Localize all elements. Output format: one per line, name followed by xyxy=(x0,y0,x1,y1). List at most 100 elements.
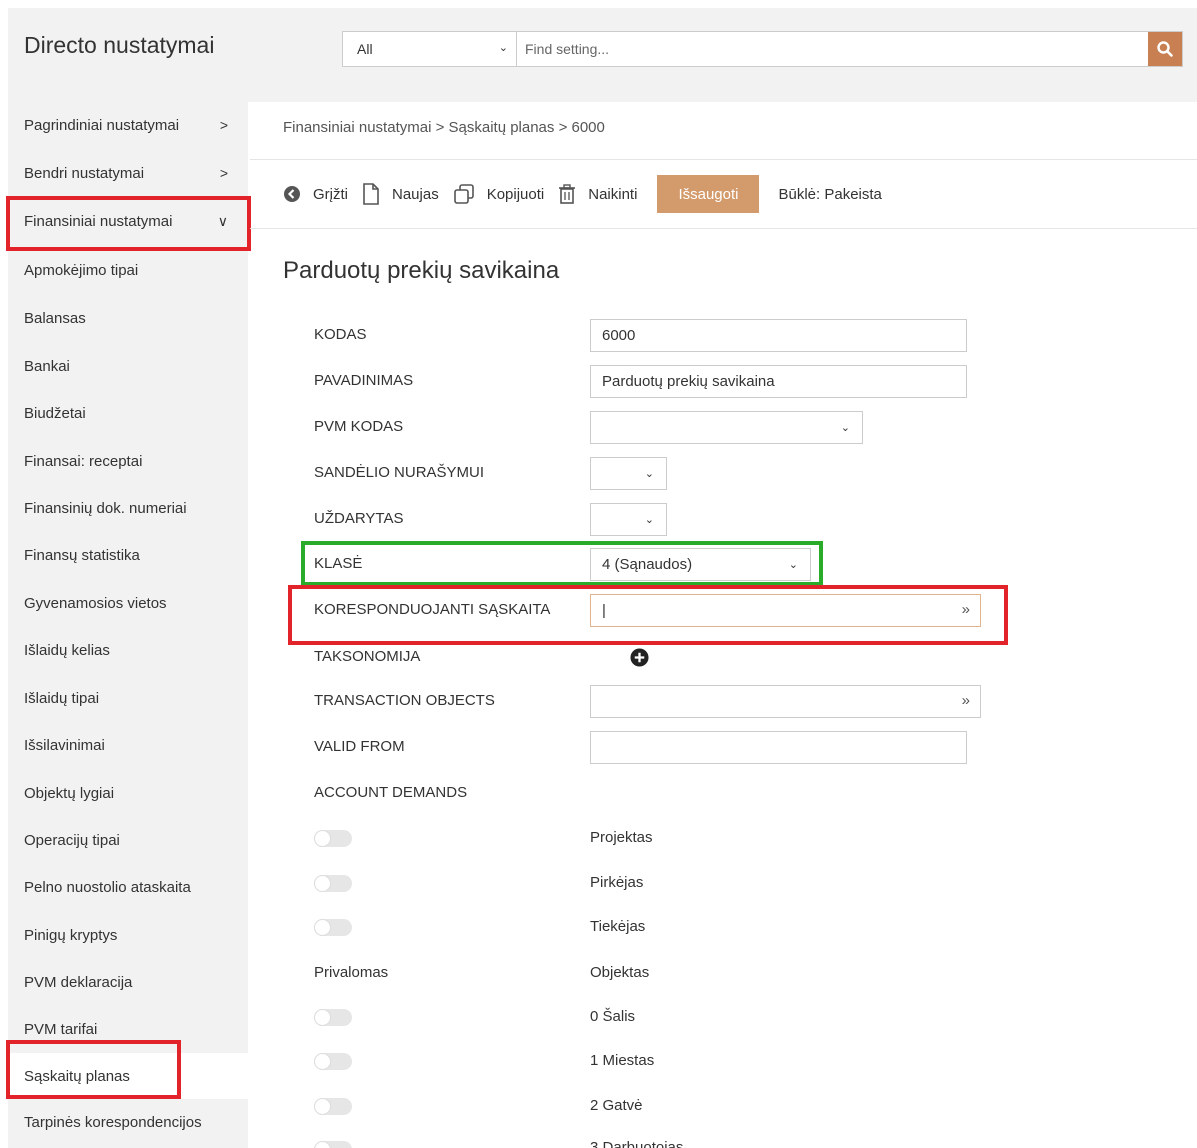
divider xyxy=(250,159,1197,160)
sandelio-label: SANDĖLIO NURAŠYMUI xyxy=(314,464,485,481)
sidebar-item-pelno[interactable]: Pelno nuostolio ataskaita xyxy=(8,864,248,910)
sidebar-item-label: Išlaidų tipai xyxy=(24,689,100,707)
sidebar-item-islaidu-tipai[interactable]: Išlaidų tipai xyxy=(8,675,248,721)
sidebar-item-bankai[interactable]: Bankai xyxy=(8,343,248,389)
sidebar-item-label: Pagrindiniai nustatymai xyxy=(24,116,180,134)
valid-from-input[interactable] xyxy=(590,731,967,764)
sidebar-item-pvm-deklaracija[interactable]: PVM deklaracija xyxy=(8,959,248,1005)
sidebar-item-vietos[interactable]: Gyvenamosios vietos xyxy=(8,580,248,626)
sidebar-item-label: Pinigų kryptys xyxy=(24,926,118,944)
save-button[interactable]: Išsaugoti xyxy=(657,175,760,213)
sidebar-item-label: Apmokėjimo tipai xyxy=(24,261,139,279)
sidebar-item-pagrindiniai[interactable]: Pagrindiniai nustatymai > xyxy=(8,102,248,148)
sidebar-item-label: Išsilavinimai xyxy=(24,736,105,754)
page-title: Parduotų prekių savikaina xyxy=(283,257,560,284)
sidebar-item-label: Išlaidų kelias xyxy=(24,641,110,659)
sidebar-item-apmokejimo[interactable]: Apmokėjimo tipai xyxy=(8,247,248,293)
toggle-pirkejas[interactable] xyxy=(314,875,352,892)
sidebar-item-label: Bankai xyxy=(24,357,70,375)
toggle-darbuotojas[interactable] xyxy=(314,1141,352,1148)
copy-label: Kopijuoti xyxy=(486,185,545,203)
demand-label: 1 Miestas xyxy=(590,1052,655,1069)
highlight-klase xyxy=(301,541,823,586)
search-icon xyxy=(1157,41,1173,57)
chevron-right-icon: > xyxy=(219,117,228,133)
kodas-label: KODAS xyxy=(314,326,367,343)
demand-label: 2 Gatvė xyxy=(590,1097,643,1114)
highlight-koresp xyxy=(288,585,1008,645)
pavadinimas-value: Parduotų prekių savikaina xyxy=(602,373,775,390)
kodas-input[interactable]: 6000 xyxy=(590,319,967,352)
pvm-kodas-select[interactable]: ⌄ xyxy=(590,411,863,444)
sidebar-item-objektu-lygiai[interactable]: Objektų lygiai xyxy=(8,770,248,816)
search-button[interactable] xyxy=(1148,32,1182,66)
sidebar-item-label: Tarpinės korespondencijos xyxy=(24,1114,202,1131)
chevron-down-icon: ⌄ xyxy=(840,422,850,434)
chevron-down-icon: ⌄ xyxy=(644,514,654,526)
sidebar-item-biudzetai[interactable]: Biudžetai xyxy=(8,390,248,436)
top-bar: Directo nustatymai All ⌄ xyxy=(8,8,1197,102)
sidebar-item-label: Gyvenamosios vietos xyxy=(24,594,167,612)
sidebar-item-tarpines[interactable]: Tarpinės korespondencijos xyxy=(8,1101,248,1148)
sidebar-item-pinigu[interactable]: Pinigų kryptys xyxy=(8,912,248,958)
demand-label: Projektas xyxy=(590,829,653,846)
sidebar-item-statistika[interactable]: Finansų statistika xyxy=(8,532,248,578)
sidebar-item-label: Bendri nustatymai xyxy=(24,164,145,182)
pavadinimas-input[interactable]: Parduotų prekių savikaina xyxy=(590,365,967,398)
sidebar-item-label: Operacijų tipai xyxy=(24,831,120,849)
chevron-down-icon: ⌄ xyxy=(498,42,508,54)
sidebar-item-label: Balansas xyxy=(24,309,86,327)
sidebar-item-label: Pelno nuostolio ataskaita xyxy=(24,878,191,896)
demand-label: Objektas xyxy=(590,964,650,981)
delete-button[interactable]: Naikinti xyxy=(558,184,637,204)
privalomas-label: Privalomas xyxy=(314,964,389,981)
sidebar-item-label: Finansinių dok. numeriai xyxy=(24,499,187,517)
toggle-projektas[interactable] xyxy=(314,830,352,847)
sidebar-item-operaciju-tipai[interactable]: Operacijų tipai xyxy=(8,817,248,863)
new-button[interactable]: Naujas xyxy=(362,183,439,205)
sidebar-item-bendri[interactable]: Bendri nustatymai > xyxy=(8,150,248,196)
sidebar-item-kelias[interactable]: Išlaidų kelias xyxy=(8,627,248,673)
double-chevron-right-icon[interactable]: » xyxy=(962,692,970,709)
sidebar-item-issilavinimai[interactable]: Išsilavinimai xyxy=(8,722,248,768)
demand-label: Pirkėjas xyxy=(590,874,644,891)
search-bar: All ⌄ xyxy=(342,31,1183,67)
search-input[interactable] xyxy=(519,32,1139,66)
copy-icon xyxy=(453,184,474,204)
sandelio-select[interactable]: ⌄ xyxy=(590,457,667,490)
search-scope-value: All xyxy=(357,41,373,57)
demand-label: 0 Šalis xyxy=(590,1008,636,1025)
toggle-salis[interactable] xyxy=(314,1009,352,1026)
new-label: Naujas xyxy=(392,185,439,203)
sidebar-item-receptai[interactable]: Finansai: receptai xyxy=(8,438,248,484)
app-title: Directo nustatymai xyxy=(24,32,215,58)
trash-icon xyxy=(559,184,576,204)
status-text: Būklė: Pakeista xyxy=(778,185,882,203)
copy-button[interactable]: Kopijuoti xyxy=(453,183,545,205)
toggle-gatve[interactable] xyxy=(314,1098,352,1115)
delete-label: Naikinti xyxy=(588,185,638,203)
sidebar-item-label: PVM deklaracija xyxy=(24,973,133,991)
toggle-tiekejas[interactable] xyxy=(314,919,352,936)
chevron-right-icon: > xyxy=(219,165,228,181)
toolbar: Grįžti Naujas Kopijuoti Naikinti Išsaugo… xyxy=(283,174,882,214)
divider xyxy=(250,228,1197,229)
transaction-objects-input[interactable]: » xyxy=(590,685,981,718)
back-label: Grįžti xyxy=(313,185,348,203)
uzdarytas-select[interactable]: ⌄ xyxy=(590,503,667,536)
search-scope-select[interactable]: All ⌄ xyxy=(343,32,517,66)
kodas-value: 6000 xyxy=(602,327,636,344)
sidebar-item-numeriai[interactable]: Finansinių dok. numeriai xyxy=(8,485,248,531)
pvm-kodas-label: PVM KODAS xyxy=(314,418,404,435)
sidebar-item-label: PVM tarifai xyxy=(24,1020,98,1038)
sidebar-item-label: Objektų lygiai xyxy=(24,784,115,802)
breadcrumb: Finansiniai nustatymai > Sąskaitų planas… xyxy=(283,119,605,136)
toggle-miestas[interactable] xyxy=(314,1053,352,1070)
sidebar-item-balansas[interactable]: Balansas xyxy=(8,295,248,341)
new-document-icon xyxy=(363,183,379,205)
add-plus-icon[interactable] xyxy=(630,648,649,667)
highlight-finansiniai xyxy=(6,196,251,251)
back-button[interactable]: Grįžti xyxy=(283,185,348,203)
highlight-saskaitu-planas xyxy=(6,1040,181,1099)
sidebar-item-label: Finansai: receptai xyxy=(24,452,143,470)
